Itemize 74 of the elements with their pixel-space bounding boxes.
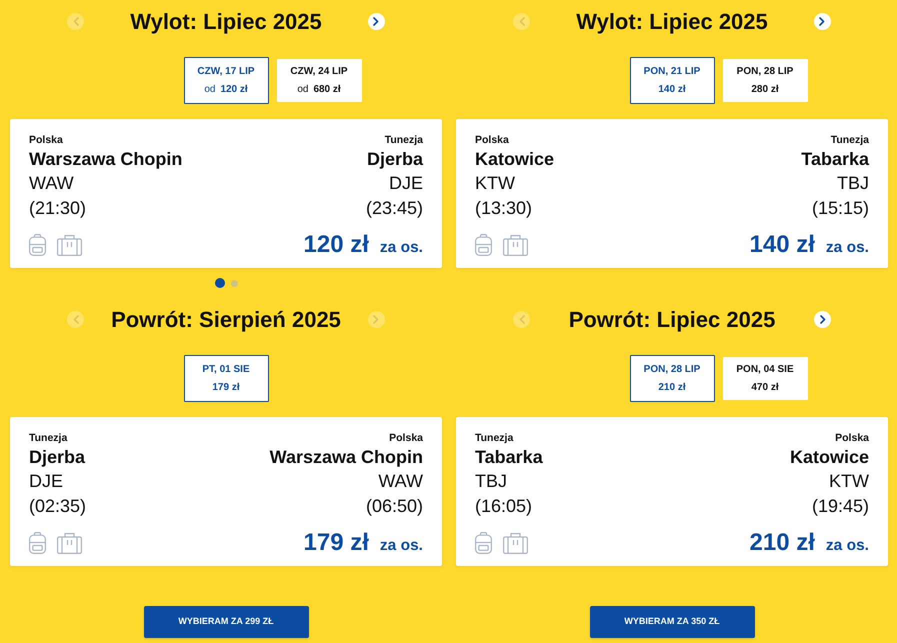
city-name: Katowice	[790, 446, 869, 469]
suitcase-icon	[503, 533, 528, 554]
next-button[interactable]	[368, 13, 385, 30]
country-label: Polska	[29, 133, 63, 147]
price-text: 179 zł	[304, 528, 369, 558]
chevron-left-icon	[518, 17, 524, 26]
backpack-icon	[475, 234, 492, 256]
suitcase-icon	[503, 235, 528, 256]
airport-code: TBJ	[836, 172, 869, 195]
per-person-label: za os.	[826, 238, 869, 258]
airport-code: WAW	[378, 470, 423, 493]
date-tile[interactable]: PON, 04 SIE 470 zł	[722, 357, 808, 400]
date-tile[interactable]: PT, 01 SIE 179 zł	[184, 355, 268, 402]
city-name: Tabarka	[801, 148, 869, 171]
month-title: Powrót: Lipiec 2025	[568, 306, 776, 334]
date-tile[interactable]: CZW, 24 LIP od 680 zł	[276, 59, 362, 102]
select-button[interactable]: WYBIERAM ZA 350 ZŁ	[590, 606, 754, 638]
city-name: Tabarka	[475, 446, 543, 469]
country-label: Tunezja	[475, 431, 514, 445]
city-name: Warszawa Chopin	[270, 446, 423, 469]
country-label: Tunezja	[29, 431, 68, 445]
arrival-time: (19:45)	[812, 495, 869, 518]
suitcase-icon	[57, 235, 82, 256]
country-label: Polska	[835, 431, 869, 445]
airport-code: KTW	[475, 172, 515, 195]
chevron-right-icon	[819, 17, 826, 26]
country-label: Tunezja	[830, 133, 869, 147]
airport-code: TBJ	[475, 470, 508, 493]
pagination-dot[interactable]	[214, 278, 224, 288]
suitcase-icon	[57, 533, 82, 554]
chevron-right-icon	[373, 17, 380, 26]
next-button[interactable]	[814, 13, 831, 30]
backpack-icon	[475, 532, 492, 554]
chevron-left-icon	[518, 315, 524, 324]
arrival-time: (23:45)	[366, 197, 423, 220]
month-title: Powrót: Sierpień 2025	[111, 306, 341, 334]
departure-time: (21:30)	[29, 197, 86, 220]
chevron-right-icon	[373, 315, 380, 324]
price-text: 210 zł	[750, 528, 815, 558]
airport-code: WAW	[29, 172, 74, 195]
chevron-left-icon	[72, 17, 78, 26]
city-name: Warszawa Chopin	[29, 148, 182, 171]
month-title: Wylot: Lipiec 2025	[576, 8, 768, 36]
per-person-label: za os.	[380, 536, 423, 556]
airport-code: DJE	[29, 470, 64, 493]
date-tile[interactable]: PON, 28 LIP 280 zł	[722, 59, 808, 102]
chevron-right-icon	[820, 315, 826, 324]
airport-code: KTW	[829, 470, 869, 493]
arrival-time: (06:50)	[366, 495, 423, 518]
departure-time: (13:30)	[475, 197, 532, 220]
per-person-label: za os.	[380, 238, 423, 258]
per-person-label: za os.	[826, 536, 869, 556]
chevron-left-icon	[72, 315, 78, 324]
month-title: Wylot: Lipiec 2025	[130, 8, 322, 36]
pagination-dot[interactable]	[230, 280, 238, 286]
departure-time: (16:05)	[475, 495, 532, 518]
price-text: 140 zł	[750, 230, 815, 260]
departure-time: (02:35)	[29, 495, 86, 518]
backpack-icon	[29, 234, 46, 256]
arrival-time: (15:15)	[812, 197, 869, 220]
city-name: Djerba	[29, 446, 86, 469]
next-button[interactable]	[814, 311, 831, 328]
city-name: Katowice	[475, 148, 554, 171]
date-tile[interactable]: PON, 21 LIP 140 zł	[630, 57, 714, 104]
airport-code: DJE	[388, 172, 423, 195]
backpack-icon	[29, 532, 46, 554]
date-tile[interactable]: PON, 28 LIP 210 zł	[630, 355, 714, 402]
country-label: Polska	[389, 431, 423, 445]
country-label: Polska	[475, 133, 509, 147]
date-tile[interactable]: CZW, 17 LIP od 120 zł	[184, 57, 268, 104]
city-name: Djerba	[366, 148, 423, 171]
price-text: 120 zł	[304, 230, 369, 260]
country-label: Tunezja	[384, 133, 423, 147]
select-button[interactable]: WYBIERAM ZA 299 ZŁ	[144, 606, 308, 638]
